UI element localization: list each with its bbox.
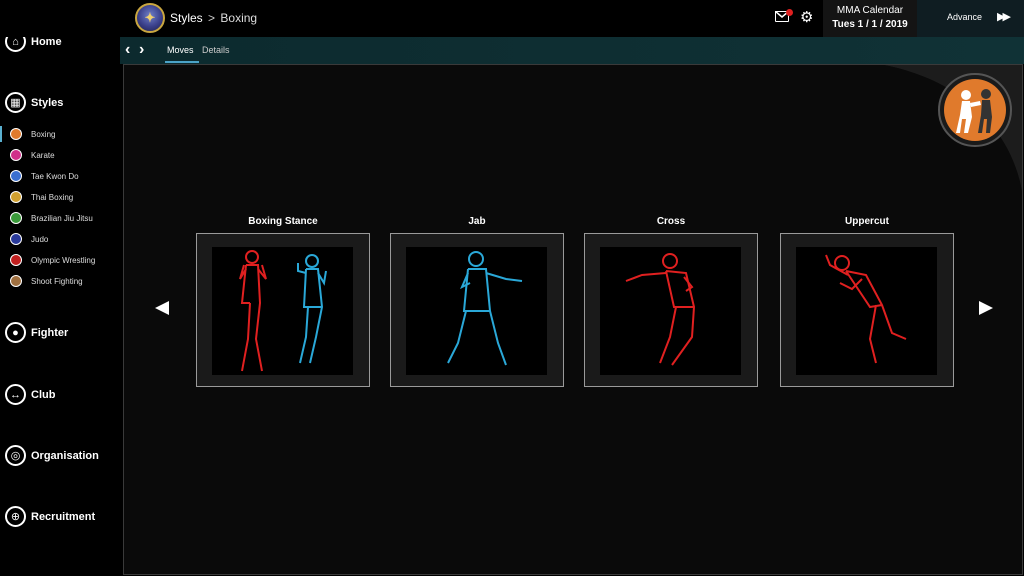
move-card-jab[interactable]: Jab — [390, 215, 564, 387]
gear-icon[interactable]: ⚙ — [800, 10, 813, 25]
boxers-icon — [956, 89, 992, 133]
style-item-bjj[interactable]: Brazilian Jiu Jitsu — [10, 212, 93, 224]
tab-details[interactable]: Details — [202, 45, 230, 55]
jab-figure — [447, 251, 523, 366]
nav-organisation[interactable]: ◎ Organisation — [5, 445, 99, 466]
advance-label: Advance — [947, 12, 983, 22]
app-logo[interactable]: ✦ — [135, 3, 165, 33]
move-title: Jab — [468, 216, 486, 227]
top-bar: ✦ Styles > Boxing ⚙ MMA Calendar Tues 1 … — [0, 0, 1024, 37]
breadcrumb-section[interactable]: Styles — [170, 11, 203, 25]
moves-panel: Boxing Stance Jab Cross Uppercut — [123, 64, 1023, 575]
forward-arrow-icon[interactable]: › — [139, 41, 144, 59]
boxing-stance-figures — [239, 250, 327, 372]
nav-home-label: Home — [31, 35, 62, 48]
move-card-uppercut[interactable]: Uppercut — [780, 215, 954, 387]
style-item-label: Judo — [31, 234, 49, 244]
move-preview — [600, 247, 741, 375]
move-title: Cross — [656, 216, 686, 227]
move-card-frame — [196, 233, 370, 387]
nav-club-label: Club — [31, 388, 56, 401]
move-card-boxing-stance[interactable]: Boxing Stance — [196, 215, 370, 387]
nav-styles-label: Styles — [31, 96, 64, 109]
nav-organisation-label: Organisation — [31, 449, 99, 462]
style-item-shoot-fighting[interactable]: Shoot Fighting — [10, 275, 83, 287]
active-tab-indicator — [165, 61, 199, 63]
style-item-karate[interactable]: Karate — [10, 149, 55, 161]
cross-figure — [625, 253, 696, 366]
fast-forward-icon: ▶▶ — [997, 11, 1011, 23]
notification-badge — [786, 9, 793, 16]
style-item-label: Shoot Fighting — [31, 276, 83, 286]
shoot-fighting-icon — [10, 275, 22, 287]
judo-icon — [10, 233, 22, 245]
nav-recruitment[interactable]: ⊕ Recruitment — [5, 506, 95, 527]
style-item-label: Boxing — [31, 129, 56, 139]
nav-fighter[interactable]: ● Fighter — [5, 322, 68, 343]
tae-kwon-do-icon — [10, 170, 22, 182]
karate-icon — [10, 149, 22, 161]
move-title: Boxing Stance — [248, 216, 318, 227]
boxing-icon — [10, 128, 22, 140]
style-item-label: Karate — [31, 150, 55, 160]
sidebar: ⌂ Home ▦ Styles Boxing Karate Tae Kwon D… — [0, 0, 120, 576]
style-item-tae-kwon-do[interactable]: Tae Kwon Do — [10, 170, 79, 182]
active-style-indicator — [0, 126, 2, 142]
uppercut-figure — [825, 254, 907, 364]
style-item-boxing[interactable]: Boxing — [10, 128, 55, 140]
calendar-panel: MMA Calendar Tues 1 / 1 / 2019 — [823, 0, 917, 37]
nav-recruitment-label: Recruitment — [31, 510, 96, 523]
style-item-label: Thai Boxing — [31, 192, 74, 202]
advance-button[interactable]: Advance ▶▶ — [917, 0, 1024, 37]
move-preview — [406, 247, 547, 375]
style-emblem — [938, 73, 1012, 147]
style-item-label: Brazilian Jiu Jitsu — [31, 213, 93, 223]
sub-header: ‹ › Moves Details — [120, 37, 1024, 64]
person-icon: ● — [5, 322, 26, 343]
move-preview — [796, 247, 937, 375]
style-item-olympic-wrestling[interactable]: Olympic Wrestling — [10, 254, 95, 266]
dumbbell-icon: ↔ — [5, 384, 26, 405]
grid-icon: ▦ — [5, 92, 26, 113]
move-card-frame — [584, 233, 758, 387]
breadcrumb-current: Boxing — [220, 11, 258, 25]
thai-boxing-icon — [10, 191, 22, 203]
style-item-judo[interactable]: Judo — [10, 233, 48, 245]
style-item-label: Olympic Wrestling — [31, 255, 96, 265]
shield-icon: ✦ — [144, 10, 156, 25]
move-title: Uppercut — [845, 216, 889, 227]
style-item-label: Tae Kwon Do — [31, 171, 79, 181]
nav-styles[interactable]: ▦ Styles — [5, 92, 63, 113]
move-card-frame — [780, 233, 954, 387]
tab-moves[interactable]: Moves — [167, 45, 194, 55]
calendar-date: Tues 1 / 1 / 2019 — [832, 19, 908, 30]
wrestling-icon — [10, 254, 22, 266]
target-icon: ⊕ — [5, 506, 26, 527]
nav-club[interactable]: ↔ Club — [5, 384, 55, 405]
nav-fighter-label: Fighter — [31, 326, 69, 339]
move-preview — [212, 247, 353, 375]
previous-moves-arrow[interactable] — [155, 301, 169, 315]
move-card-cross[interactable]: Cross — [584, 215, 758, 387]
bjj-icon — [10, 212, 22, 224]
back-arrow-icon[interactable]: ‹ — [125, 41, 130, 59]
style-item-thai-boxing[interactable]: Thai Boxing — [10, 191, 73, 203]
breadcrumb-separator: > — [208, 11, 216, 25]
calendar-title: MMA Calendar — [836, 5, 904, 16]
globe-icon: ◎ — [5, 445, 26, 466]
next-moves-arrow[interactable] — [979, 301, 993, 315]
breadcrumb: Styles > Boxing — [170, 11, 257, 25]
move-card-frame — [390, 233, 564, 387]
